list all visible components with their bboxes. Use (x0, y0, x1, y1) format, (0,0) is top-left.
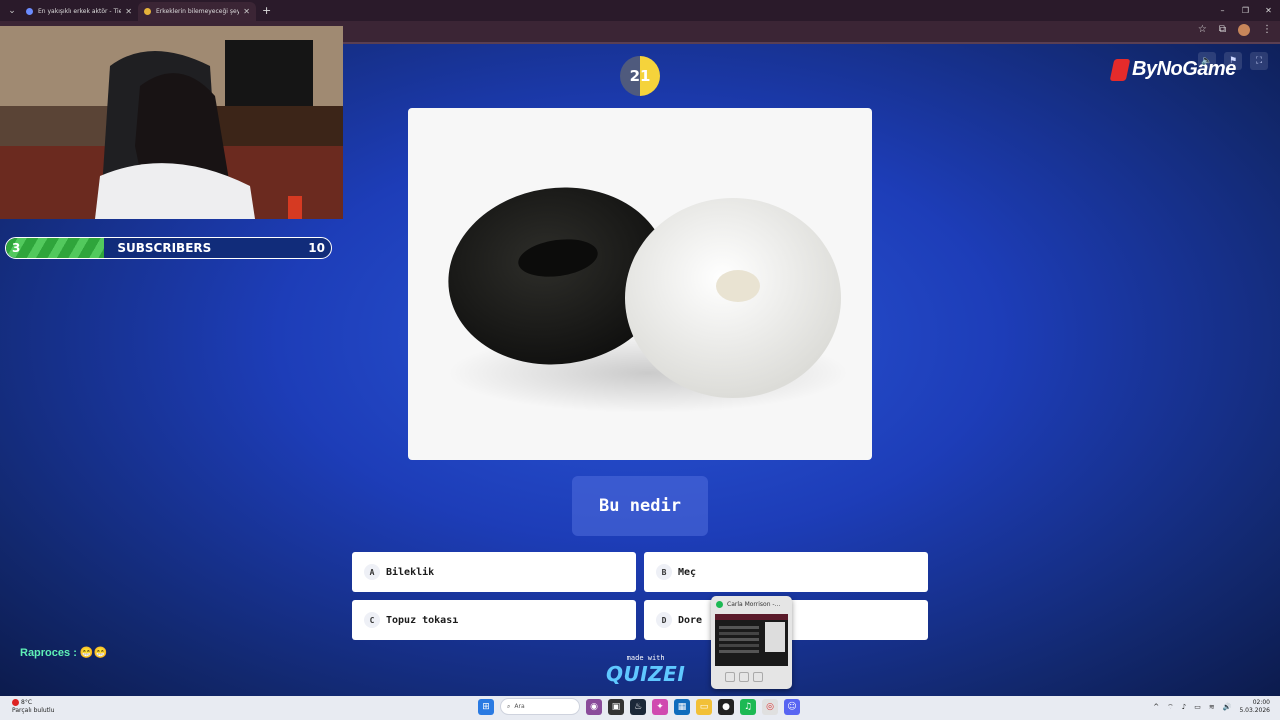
task-view-icon[interactable]: ▣ (608, 698, 624, 715)
start-icon[interactable]: ⊞ (478, 698, 494, 715)
bookmark-star-icon[interactable]: ☆ (1198, 24, 1207, 36)
thumbnail-image (715, 614, 788, 653)
clock-date: 5.03.2026 (1239, 707, 1270, 714)
flag-icon[interactable]: ⚑ (1224, 52, 1242, 70)
chat-username: Raproces : (20, 647, 77, 659)
clock[interactable]: 02:00 5.03.2026 (1239, 699, 1270, 715)
chrome-icon[interactable]: ◎ (762, 698, 778, 715)
search-placeholder: Ara (514, 703, 525, 710)
quizei-logo: QUIZEI (606, 662, 686, 686)
tab-tier-list[interactable]: En yakışıklı erkek aktör - Tier Li ✕ (20, 2, 138, 21)
profile-avatar[interactable] (1238, 24, 1250, 36)
close-tab-icon[interactable]: ✕ (243, 7, 250, 16)
system-tray: ^ ⌔ ♪ ▭ ≋ 🔊 02:00 5.03.2026 (1153, 699, 1270, 715)
taskbar-search[interactable]: ⌕ Ara (500, 698, 580, 715)
tab-title: Erkeklerin bilemeyeceği şeyler (156, 8, 240, 15)
next-track-icon[interactable] (753, 672, 763, 682)
answer-letter: A (364, 564, 380, 580)
weather-widget[interactable]: 8°C Parçalı bulutlu (12, 699, 54, 715)
answer-text: Topuz tokası (386, 614, 459, 626)
play-pause-icon[interactable] (739, 672, 749, 682)
copilot-icon[interactable]: ✦ (652, 698, 668, 715)
made-with-badge[interactable]: made with QUIZEI (606, 654, 685, 686)
maximize-button[interactable]: ❐ (1234, 0, 1257, 21)
fullscreen-icon[interactable]: ⛶ (1250, 52, 1268, 70)
answer-text: Bileklik (386, 566, 435, 578)
windows-taskbar: 8°C Parçalı bulutlu ⊞ ⌕ Ara ◉ ▣ ♨ ✦ ▦ ▭ … (0, 696, 1280, 720)
answer-text: Meç (678, 566, 697, 578)
search-icon: ⌕ (507, 702, 511, 710)
popup-title: Carla Morrison -... (711, 596, 792, 608)
tab-favicon-icon (144, 8, 151, 15)
weather-desc: Parçalı bulutlu (12, 707, 55, 714)
menu-kebab-icon[interactable]: ⋮ (1262, 24, 1272, 36)
store-icon[interactable]: ▦ (674, 698, 690, 715)
subscriber-goal-bar: 3 SUBSCRIBERS 10 (5, 237, 332, 259)
display-icon[interactable]: ▭ (1194, 703, 1201, 711)
clock-time: 02:00 (1252, 699, 1270, 706)
answer-text: Dore (678, 614, 703, 626)
wifi-icon[interactable]: ≋ (1209, 703, 1215, 711)
chat-text: 😁😁 (79, 647, 108, 659)
answer-letter: C (364, 612, 380, 628)
window-controls: – ❐ ✕ (1211, 0, 1280, 21)
answer-option-c[interactable]: C Topuz tokası (352, 600, 636, 640)
bynogame-mark-icon (1109, 58, 1131, 81)
webcam-feed (0, 26, 343, 219)
minimize-button[interactable]: – (1211, 0, 1234, 21)
prev-track-icon[interactable] (725, 672, 735, 682)
sound-icon[interactable]: 🔈 (1198, 52, 1216, 70)
weather-temp: 8°C (21, 699, 33, 706)
weather-alert-icon (12, 699, 19, 706)
chat-message: Raproces : 😁😁 (20, 646, 107, 659)
spotify-icon[interactable]: ♫ (740, 698, 756, 715)
browser-tab-bar: ⌄ En yakışıklı erkek aktör - Tier Li ✕ E… (0, 0, 1280, 21)
answer-letter: D (656, 612, 672, 628)
subscriber-goal: 10 (308, 241, 325, 255)
tab-quiz[interactable]: Erkeklerin bilemeyeceği şeyler ✕ (138, 2, 256, 21)
search-highlight-icon[interactable]: ◉ (586, 698, 602, 715)
tab-title: En yakışıklı erkek aktör - Tier Li (38, 8, 122, 15)
question-image (408, 108, 872, 460)
close-tab-icon[interactable]: ✕ (125, 7, 132, 16)
subscriber-progress-fill (6, 238, 104, 258)
close-window-button[interactable]: ✕ (1257, 0, 1280, 21)
subscriber-label: SUBSCRIBERS (117, 241, 212, 255)
answer-letter: B (656, 564, 672, 580)
spotify-preview-popup[interactable]: Carla Morrison -... (711, 596, 792, 689)
made-with-label: made with (626, 654, 665, 662)
tab-search-icon[interactable]: ⌄ (4, 3, 20, 19)
discord-icon[interactable]: ☺ (784, 698, 800, 715)
network-icon[interactable]: ⌔ (1167, 703, 1174, 712)
hair-bun-donuts-image (448, 187, 848, 413)
mic-icon[interactable]: ♪ (1182, 703, 1186, 711)
subscriber-count: 3 (12, 241, 21, 255)
volume-icon[interactable]: 🔊 (1223, 703, 1232, 711)
file-explorer-icon[interactable]: ▭ (696, 698, 712, 715)
answer-option-b[interactable]: B Meç (644, 552, 928, 592)
new-tab-button[interactable]: + (262, 4, 271, 17)
steam-icon[interactable]: ♨ (630, 698, 646, 715)
countdown-timer: 21 (620, 56, 660, 96)
answer-option-a[interactable]: A Bileklik (352, 552, 636, 592)
obs-icon[interactable]: ● (718, 698, 734, 715)
game-controls: 🔈 ⚑ ⛶ (1198, 52, 1268, 70)
spotify-window-thumbnail[interactable] (715, 614, 788, 666)
tab-favicon-icon (26, 8, 33, 15)
tray-chevron-icon[interactable]: ^ (1153, 703, 1159, 711)
streamer-webcam-image (0, 26, 343, 219)
extensions-icon[interactable]: ⧉ (1219, 24, 1226, 36)
question-text: Bu nedir (572, 476, 708, 536)
